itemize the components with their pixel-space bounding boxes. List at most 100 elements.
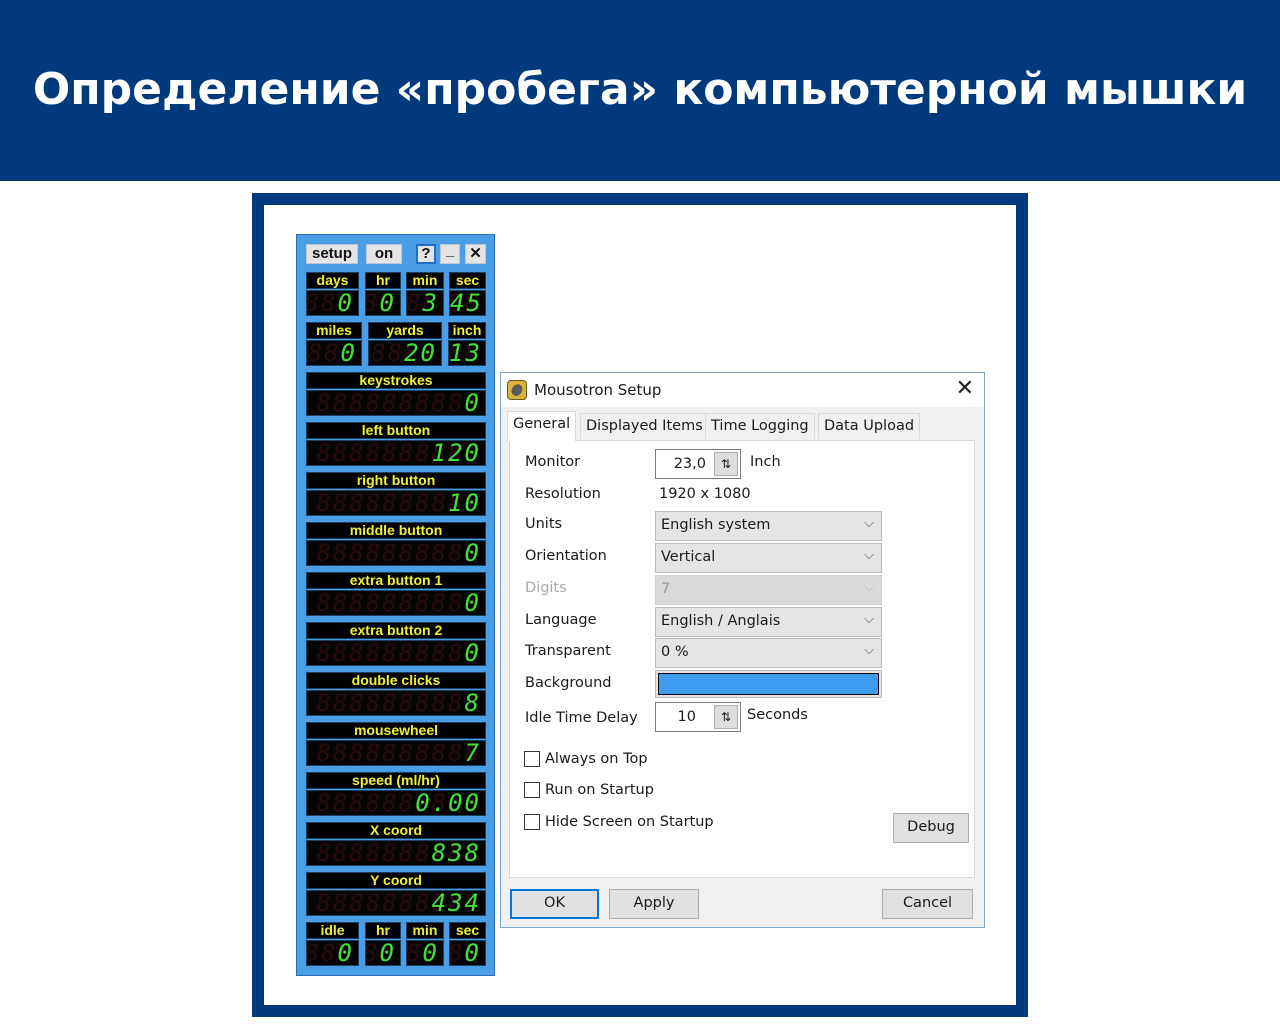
right-button-value: 10 <box>448 490 481 516</box>
orientation-select[interactable]: Vertical ⌵ <box>655 543 882 573</box>
general-tab-panel: Monitor 23,0 ⇅ Inch Resolution 1920 x 10… <box>509 440 975 878</box>
always-on-top-label: Always on Top <box>545 751 648 767</box>
on-button[interactable]: on <box>366 244 402 264</box>
close-icon[interactable]: ✕ <box>956 377 974 401</box>
digits-label: Digits <box>525 580 567 596</box>
x-coord-value: 838 <box>431 840 481 866</box>
title-banner: Определение «пробега» компьютерной мышки <box>0 0 1280 181</box>
cancel-button[interactable]: Cancel <box>882 889 973 919</box>
double-clicks-value: 8 <box>464 690 481 716</box>
x-coord-display: 8888888888 838 <box>306 840 486 866</box>
speed-ml-hr-label: speed (ml/hr) <box>306 772 486 789</box>
extra-button-1-value: 0 <box>464 590 481 616</box>
run-on-startup-label: Run on Startup <box>545 782 654 798</box>
distance-miles-label: miles <box>306 322 362 339</box>
extra-button-2-value: 0 <box>464 640 481 666</box>
middle-button-label: middle button <box>306 522 486 539</box>
chevron-down-icon: ⌵ <box>864 612 874 627</box>
checkbox-box[interactable] <box>524 782 540 798</box>
language-label: Language <box>525 612 597 628</box>
close-button[interactable]: ✕ <box>465 244 486 264</box>
resolution-value: 1920 x 1080 <box>659 486 751 502</box>
tab-data-upload[interactable]: Data Upload <box>818 413 921 439</box>
digits-select: 7 ⌵ <box>655 575 882 605</box>
lcd-ghost-digits: 8888888888 <box>316 390 481 416</box>
monitor-size-spinner[interactable]: 23,0 ⇅ <box>655 449 741 479</box>
uptime-days-label: days <box>306 272 359 289</box>
units-select-value: English system <box>661 517 771 533</box>
idle-time-delay-spinner[interactable]: 10 ⇅ <box>655 702 741 732</box>
right-button-display: 8888888888 10 <box>306 490 486 516</box>
monitor-unit: Inch <box>750 454 781 470</box>
language-select[interactable]: English / Anglais ⌵ <box>655 607 882 637</box>
orientation-label: Orientation <box>525 548 607 564</box>
double-clicks-display: 8888888888 8 <box>306 690 486 716</box>
units-select[interactable]: English system ⌵ <box>655 511 882 541</box>
uptime-sec-label: sec <box>449 272 486 289</box>
idle-sec-display: 88 0 <box>449 940 486 966</box>
idle-hr-label: hr <box>365 922 401 939</box>
apply-button[interactable]: Apply <box>609 889 699 919</box>
language-select-value: English / Anglais <box>661 613 781 629</box>
chevron-down-icon: ⌵ <box>864 548 874 563</box>
setup-button[interactable]: setup <box>306 244 358 264</box>
transparent-select-value: 0 % <box>661 644 689 660</box>
background-color-picker[interactable] <box>655 670 882 698</box>
y-coord-display: 8888888888 434 <box>306 890 486 916</box>
mousewheel-label: mousewheel <box>306 722 486 739</box>
transparent-select[interactable]: 0 % ⌵ <box>655 638 882 668</box>
left-button-label: left button <box>306 422 486 439</box>
left-button-value: 120 <box>431 440 481 466</box>
tab-time-logging[interactable]: Time Logging <box>705 413 815 439</box>
idle-hr-display: 88 0 <box>365 940 401 966</box>
idle-days-display: 888 0 <box>306 940 359 966</box>
mousewheel-value: 7 <box>464 740 481 766</box>
transparent-label: Transparent <box>525 643 611 659</box>
uptime-min-display: 88 3 <box>406 290 444 316</box>
dialog-titlebar[interactable]: Mousotron Setup ✕ <box>501 373 984 407</box>
y-coord-label: Y coord <box>306 872 486 889</box>
checkbox-box[interactable] <box>524 814 540 830</box>
distance-inch-label: inch <box>448 322 486 339</box>
uptime-min-label: min <box>406 272 444 289</box>
spin-arrows-icon[interactable]: ⇅ <box>714 452 738 476</box>
debug-button[interactable]: Debug <box>893 813 969 843</box>
tab-general[interactable]: General <box>507 411 577 441</box>
extra-button-2-display: 8888888888 0 <box>306 640 486 666</box>
minimize-button[interactable]: _ <box>440 243 460 264</box>
uptime-sec-display: 88 45 <box>449 290 486 316</box>
background-color-swatch <box>658 673 879 695</box>
distance-yards-display: 8888 20 <box>368 340 442 366</box>
always-on-top-checkbox[interactable]: Always on Top <box>524 751 648 767</box>
keystrokes-value: 0 <box>464 390 481 416</box>
lcd-ghost-digits: 8888888888 <box>316 690 481 716</box>
run-on-startup-checkbox[interactable]: Run on Startup <box>524 782 654 798</box>
idle-time-delay-label: Idle Time Delay <box>525 710 638 726</box>
uptime-days-display: 888 0 <box>306 290 359 316</box>
lcd-ghost-digits: 8888888888 <box>316 540 481 566</box>
dialog-title: Mousotron Setup <box>534 381 662 399</box>
keystrokes-label: keystrokes <box>306 372 486 389</box>
lcd-ghost-digits: 8888888888 <box>316 640 481 666</box>
right-button-label: right button <box>306 472 486 489</box>
orientation-select-value: Vertical <box>661 549 716 565</box>
idle-time-delay-unit: Seconds <box>747 707 808 723</box>
idle-min-label: min <box>406 922 444 939</box>
idle-time-delay-value: 10 <box>677 709 696 725</box>
chevron-down-icon: ⌵ <box>864 516 874 531</box>
idle-min-display: 88 0 <box>406 940 444 966</box>
resolution-label: Resolution <box>525 486 601 502</box>
units-label: Units <box>525 516 563 532</box>
mousotron-counter-panel: setup on ? _ ✕ days hr min sec 888 0 88 0 … <box>296 234 495 976</box>
mouse-app-icon <box>507 380 527 400</box>
help-button[interactable]: ? <box>416 244 436 264</box>
lcd-ghost-digits: 8888888888 <box>316 590 481 616</box>
spin-arrows-icon[interactable]: ⇅ <box>714 705 738 729</box>
tab-displayed-items[interactable]: Displayed Items <box>580 413 709 439</box>
hide-screen-on-startup-checkbox[interactable]: Hide Screen on Startup <box>524 814 714 830</box>
checkbox-box[interactable] <box>524 751 540 767</box>
middle-button-value: 0 <box>464 540 481 566</box>
mousotron-setup-dialog: Mousotron Setup ✕ General Displayed Item… <box>500 372 985 928</box>
ok-button[interactable]: OK <box>510 889 599 919</box>
chevron-down-icon: ⌵ <box>864 580 874 595</box>
